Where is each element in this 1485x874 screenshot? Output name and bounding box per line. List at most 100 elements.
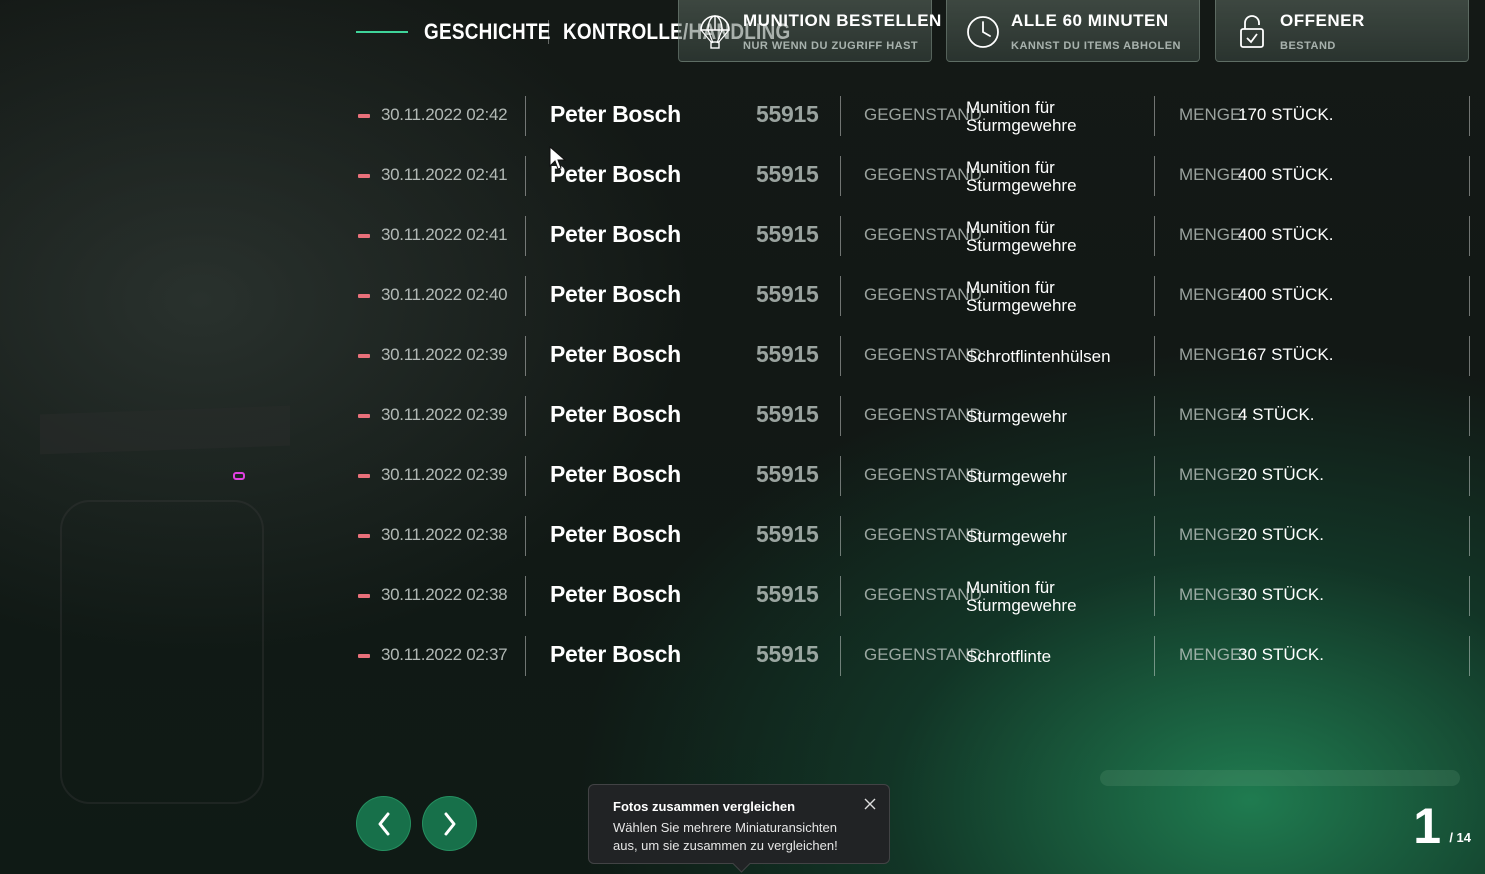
row-divider [840, 396, 841, 436]
unlock-icon [1240, 15, 1264, 48]
row-divider [525, 516, 526, 556]
row-date: 30.11.2022 02:42 [381, 105, 508, 124]
row-player-name: Peter Bosch [550, 581, 681, 607]
row-quantity-value: 20 STÜCK. [1238, 525, 1324, 544]
minus-icon [358, 114, 370, 118]
clock-icon [967, 16, 999, 48]
toast-body: Wählen Sie mehrere Miniaturansichten aus… [613, 820, 838, 853]
row-divider [525, 156, 526, 196]
row-quantity-label: MENGE: [1179, 225, 1247, 244]
row-player-name: Peter Bosch [550, 281, 681, 307]
row-divider [1469, 456, 1470, 496]
history-row: 30.11.2022 02:41 Peter Bosch 55915 GEGEN… [356, 146, 1470, 206]
parachute-icon [700, 15, 730, 49]
row-player-id: 55915 [756, 101, 819, 127]
mouse-cursor-icon [549, 146, 567, 170]
row-date: 30.11.2022 02:38 [381, 585, 508, 604]
minus-icon [358, 294, 370, 298]
previous-page-button[interactable] [356, 796, 411, 851]
card-subtitle: BESTAND [1280, 40, 1336, 52]
history-row: 30.11.2022 02:39 Peter Bosch 55915 GEGEN… [356, 386, 1470, 446]
row-divider [525, 336, 526, 376]
row-divider [1469, 156, 1470, 196]
row-date: 30.11.2022 02:41 [381, 225, 508, 244]
row-divider [525, 456, 526, 496]
history-row: 30.11.2022 02:37 Peter Bosch 55915 GEGEN… [356, 626, 1470, 686]
total-pages: / 14 [1449, 830, 1471, 845]
tab-geschichte[interactable]: GESCHICHTE [424, 19, 550, 45]
row-divider [840, 216, 841, 256]
background-glow-bar [1100, 770, 1460, 786]
row-divider [1154, 276, 1155, 316]
row-divider [1154, 96, 1155, 136]
current-page-number: 1 [1413, 798, 1441, 854]
card-alle-60-minuten[interactable]: ALLE 60 MINUTEN KANNST DU ITEMS ABHOLEN [946, 0, 1200, 62]
row-player-name: Peter Bosch [550, 461, 681, 487]
map-marker-icon [233, 472, 245, 480]
row-divider [1469, 516, 1470, 556]
minus-icon [358, 594, 370, 598]
background-shelf [40, 405, 290, 455]
row-quantity-label: MENGE: [1179, 585, 1247, 604]
history-row: 30.11.2022 02:42 Peter Bosch 55915 GEGEN… [356, 86, 1470, 146]
row-item-value: Munition für Sturmgewehre [966, 218, 1077, 255]
minus-icon [358, 534, 370, 538]
row-divider [840, 636, 841, 676]
row-player-name: Peter Bosch [550, 221, 681, 247]
row-player-id: 55915 [756, 281, 819, 307]
row-item-value: Sturmgewehr [966, 527, 1068, 546]
history-row: 30.11.2022 02:39 Peter Bosch 55915 GEGEN… [356, 446, 1470, 506]
next-page-button[interactable] [422, 796, 477, 851]
row-quantity-label: MENGE: [1179, 165, 1247, 184]
row-date: 30.11.2022 02:41 [381, 165, 508, 184]
row-quantity-value: 20 STÜCK. [1238, 465, 1324, 484]
minus-icon [358, 174, 370, 178]
row-quantity-label: MENGE: [1179, 105, 1247, 124]
row-player-id: 55915 [756, 341, 819, 367]
card-title: OFFENER [1280, 11, 1365, 30]
history-list: 30.11.2022 02:42 Peter Bosch 55915 GEGEN… [356, 86, 1470, 686]
history-row: 30.11.2022 02:41 Peter Bosch 55915 GEGEN… [356, 206, 1470, 266]
chevron-right-icon [444, 812, 455, 835]
row-player-name: Peter Bosch [550, 101, 681, 127]
row-divider [525, 576, 526, 616]
notification-toast[interactable]: Fotos zusammen vergleichen Wählen Sie me… [588, 784, 890, 873]
row-date: 30.11.2022 02:39 [381, 345, 508, 364]
row-divider [1469, 636, 1470, 676]
row-divider [840, 456, 841, 496]
row-player-id: 55915 [756, 221, 819, 247]
row-divider [1154, 636, 1155, 676]
row-item-value: Schrotflintenhülsen [966, 347, 1111, 366]
row-divider [525, 96, 526, 136]
row-quantity-value: 400 STÜCK. [1238, 225, 1334, 244]
history-row: 30.11.2022 02:40 Peter Bosch 55915 GEGEN… [356, 266, 1470, 326]
card-munition-bestellen[interactable]: MUNITION BESTELLEN NUR WENN DU ZUGRIFF H… [678, 0, 941, 62]
chevron-left-icon [378, 812, 389, 835]
row-quantity-label: MENGE: [1179, 285, 1247, 304]
row-divider [1469, 96, 1470, 136]
row-divider [840, 516, 841, 556]
row-date: 30.11.2022 02:40 [381, 285, 508, 304]
row-quantity-value: 400 STÜCK. [1238, 165, 1334, 184]
row-quantity-value: 167 STÜCK. [1238, 345, 1334, 364]
minus-icon [358, 474, 370, 478]
row-player-name: Peter Bosch [550, 341, 681, 367]
close-icon[interactable] [863, 797, 877, 811]
row-item-value: Munition für Sturmgewehre [966, 98, 1077, 135]
toast-pointer [732, 854, 751, 873]
row-divider [840, 336, 841, 376]
row-quantity-label: MENGE: [1179, 525, 1247, 544]
row-player-name: Peter Bosch [550, 401, 681, 427]
row-divider [1469, 576, 1470, 616]
row-date: 30.11.2022 02:39 [381, 465, 508, 484]
row-divider [1154, 216, 1155, 256]
row-divider [840, 156, 841, 196]
row-divider [1154, 396, 1155, 436]
background-cabinet [60, 500, 264, 804]
row-divider [1154, 156, 1155, 196]
card-offener-bestand[interactable]: OFFENER BESTAND [1215, 0, 1469, 62]
row-item-value: Schrotflinte [966, 647, 1052, 666]
row-date: 30.11.2022 02:39 [381, 405, 508, 424]
row-quantity-label: MENGE: [1179, 645, 1247, 664]
minus-icon [358, 654, 370, 658]
